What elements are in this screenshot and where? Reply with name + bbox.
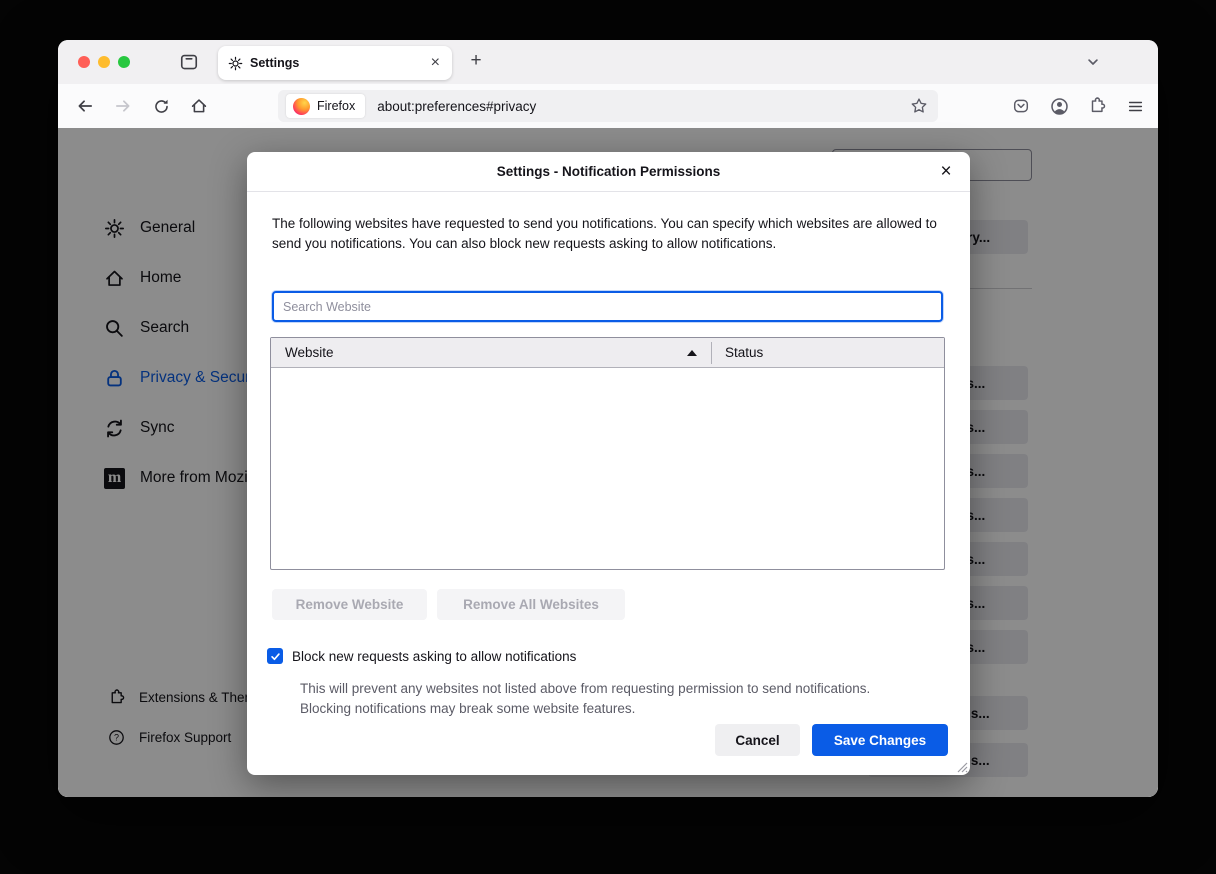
bookmark-star-icon[interactable] xyxy=(910,97,928,115)
pocket-icon[interactable] xyxy=(1010,95,1032,117)
checkbox-note: This will prevent any websites not liste… xyxy=(300,679,920,718)
home-button[interactable] xyxy=(188,95,210,117)
dialog-resize-handle[interactable] xyxy=(955,760,968,773)
macos-close-button[interactable] xyxy=(78,56,90,68)
block-requests-checkbox-row[interactable]: Block new requests asking to allow notif… xyxy=(267,648,576,664)
tab-bar: Settings × + xyxy=(58,40,1158,84)
macos-zoom-button[interactable] xyxy=(118,56,130,68)
remove-all-websites-button[interactable]: Remove All Websites xyxy=(437,589,625,620)
account-icon[interactable] xyxy=(1048,95,1070,117)
forward-button xyxy=(112,95,134,117)
dialog-description: The following websites have requested to… xyxy=(272,214,952,253)
tab-close-icon[interactable]: × xyxy=(429,55,442,71)
sort-ascending-icon xyxy=(687,350,697,356)
url-text[interactable]: about:preferences#privacy xyxy=(377,99,910,114)
save-changes-button[interactable]: Save Changes xyxy=(812,724,948,756)
checkbox-checked-icon[interactable] xyxy=(267,648,283,664)
dialog-header: Settings - Notification Permissions × xyxy=(247,152,970,192)
dialog-footer: Cancel Save Changes xyxy=(715,724,948,756)
tab-title: Settings xyxy=(250,56,422,70)
url-bar[interactable]: Firefox about:preferences#privacy xyxy=(278,90,938,122)
website-column-label: Website xyxy=(285,345,334,360)
site-identity-label: Firefox xyxy=(317,99,355,113)
browser-window: Settings × + xyxy=(58,40,1158,797)
table-header: Website Status xyxy=(271,338,944,368)
column-header-status[interactable]: Status xyxy=(712,345,944,360)
remove-website-button[interactable]: Remove Website xyxy=(272,589,427,620)
search-website-input[interactable] xyxy=(272,291,943,322)
remove-buttons-row: Remove Website Remove All Websites xyxy=(272,589,625,620)
firefox-logo-icon xyxy=(293,98,310,115)
list-tabs-chevron-icon[interactable] xyxy=(1084,53,1102,71)
checkbox-label[interactable]: Block new requests asking to allow notif… xyxy=(292,649,576,664)
permissions-table[interactable]: Website Status xyxy=(270,337,945,570)
new-tab-button[interactable]: + xyxy=(464,50,488,72)
back-button[interactable] xyxy=(74,95,96,117)
dialog-title: Settings - Notification Permissions xyxy=(247,152,970,192)
tab-manager-icon[interactable] xyxy=(179,52,199,72)
notification-permissions-dialog: Settings - Notification Permissions × Th… xyxy=(247,152,970,775)
reload-button[interactable] xyxy=(150,95,172,117)
column-header-website[interactable]: Website xyxy=(271,345,711,360)
tab-gear-icon xyxy=(228,56,243,71)
macos-minimize-button[interactable] xyxy=(98,56,110,68)
extensions-puzzle-icon[interactable] xyxy=(1086,95,1108,117)
app-menu-hamburger-icon[interactable] xyxy=(1124,95,1146,117)
page-content: General Home Search Privacy & Security S… xyxy=(58,128,1158,797)
table-body-empty[interactable] xyxy=(271,368,944,570)
tab-settings[interactable]: Settings × xyxy=(218,46,452,80)
cancel-button[interactable]: Cancel xyxy=(715,724,800,756)
screenshot-stage: Settings × + xyxy=(0,0,1216,874)
site-identity-chip[interactable]: Firefox xyxy=(286,94,365,118)
dialog-close-icon[interactable]: × xyxy=(934,160,958,184)
navigation-toolbar: Firefox about:preferences#privacy xyxy=(58,84,1158,128)
